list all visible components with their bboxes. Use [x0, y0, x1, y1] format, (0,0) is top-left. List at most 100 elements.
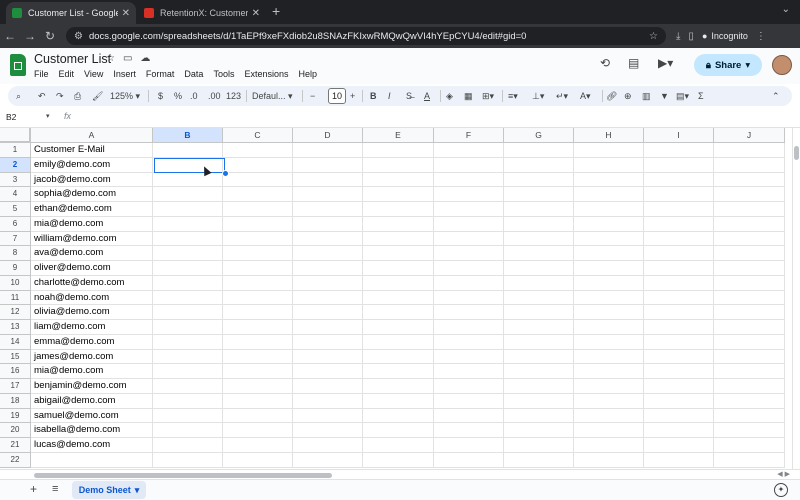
cell-f18[interactable] [434, 393, 504, 409]
cell-f8[interactable] [434, 246, 504, 261]
document-title[interactable]: Customer List [34, 52, 111, 66]
cell-h12[interactable] [574, 305, 644, 320]
cell-d21[interactable] [293, 438, 363, 453]
cell-d11[interactable] [293, 290, 363, 306]
cell-j19[interactable] [714, 408, 785, 424]
column-header-h[interactable]: H [574, 128, 644, 143]
fill-handle[interactable] [222, 170, 229, 177]
italic-button[interactable]: I [388, 89, 391, 103]
cell-g22[interactable] [504, 452, 574, 468]
cell-i20[interactable] [644, 423, 714, 438]
cell-f3[interactable] [434, 172, 504, 188]
cell-a11[interactable]: noah@demo.com [31, 290, 153, 306]
row-header[interactable]: 1 [0, 143, 31, 158]
cell-f20[interactable] [434, 423, 504, 438]
forward-arrow-icon[interactable]: → [20, 29, 40, 43]
cell-f16[interactable] [434, 364, 504, 379]
cell-j9[interactable] [714, 261, 785, 276]
cell-j6[interactable] [714, 216, 785, 232]
cell-a10[interactable]: charlotte@demo.com [31, 275, 153, 291]
explore-icon[interactable]: ✦ [774, 483, 788, 497]
cell-g3[interactable] [504, 172, 574, 188]
cell-i6[interactable] [644, 216, 714, 232]
cell-e7[interactable] [363, 231, 434, 247]
sheets-logo-icon[interactable] [10, 54, 26, 76]
row-header[interactable]: 6 [0, 216, 31, 232]
print-icon[interactable]: ⎙ [74, 89, 81, 103]
cell-j13[interactable] [714, 320, 785, 335]
column-header-b[interactable]: B [153, 128, 223, 143]
cell-e11[interactable] [363, 290, 434, 306]
cell-f11[interactable] [434, 290, 504, 306]
cell-e17[interactable] [363, 379, 434, 394]
cell-a22[interactable] [31, 452, 153, 468]
cell-c14[interactable] [223, 334, 293, 350]
text-color-button[interactable]: A [424, 89, 430, 103]
cell-i15[interactable] [644, 349, 714, 365]
text-rotation-icon[interactable]: A▾ [580, 89, 591, 103]
cell-a21[interactable]: lucas@demo.com [31, 438, 153, 453]
cell-g13[interactable] [504, 320, 574, 335]
cell-h4[interactable] [574, 187, 644, 202]
cell-i13[interactable] [644, 320, 714, 335]
insert-link-icon[interactable]: 🔗︎ [606, 89, 617, 103]
cell-j11[interactable] [714, 290, 785, 306]
vertical-scrollbar[interactable] [792, 128, 800, 469]
cell-c19[interactable] [223, 408, 293, 424]
column-header-e[interactable]: E [363, 128, 434, 143]
star-icon[interactable]: ☆ [106, 53, 115, 64]
cell-h6[interactable] [574, 216, 644, 232]
cell-c8[interactable] [223, 246, 293, 261]
cell-d1[interactable] [293, 143, 363, 158]
active-cell-selection[interactable] [154, 158, 225, 173]
cell-g14[interactable] [504, 334, 574, 350]
cell-a9[interactable]: oliver@demo.com [31, 261, 153, 276]
cell-g10[interactable] [504, 275, 574, 291]
cell-e10[interactable] [363, 275, 434, 291]
row-header[interactable]: 10 [0, 275, 31, 291]
cell-h15[interactable] [574, 349, 644, 365]
row-header[interactable]: 17 [0, 379, 31, 394]
cell-h11[interactable] [574, 290, 644, 306]
cell-a17[interactable]: benjamin@demo.com [31, 379, 153, 394]
row-header[interactable]: 16 [0, 364, 31, 379]
cell-d14[interactable] [293, 334, 363, 350]
cell-i4[interactable] [644, 187, 714, 202]
cell-j20[interactable] [714, 423, 785, 438]
cell-j12[interactable] [714, 305, 785, 320]
cell-c4[interactable] [223, 187, 293, 202]
browser-tab-retentionx[interactable]: RetentionX: Customer Retent ✕ [138, 2, 266, 24]
cell-b7[interactable] [153, 231, 223, 247]
cell-a4[interactable]: sophia@demo.com [31, 187, 153, 202]
cell-e6[interactable] [363, 216, 434, 232]
cell-a8[interactable]: ava@demo.com [31, 246, 153, 261]
add-sheet-button[interactable]: + [30, 482, 37, 496]
cell-b11[interactable] [153, 290, 223, 306]
cell-i9[interactable] [644, 261, 714, 276]
cell-c21[interactable] [223, 438, 293, 453]
horizontal-scrollbar[interactable]: ◀ ▶ [0, 469, 800, 479]
insert-chart-icon[interactable]: ▥ [642, 89, 651, 103]
cell-c6[interactable] [223, 216, 293, 232]
cell-j21[interactable] [714, 438, 785, 453]
cell-d22[interactable] [293, 452, 363, 468]
cell-i18[interactable] [644, 393, 714, 409]
cell-h20[interactable] [574, 423, 644, 438]
cell-g4[interactable] [504, 187, 574, 202]
vertical-scroll-thumb[interactable] [794, 146, 799, 160]
browser-menu-icon[interactable]: ⋮ [756, 31, 766, 42]
cell-i10[interactable] [644, 275, 714, 291]
cell-b5[interactable] [153, 202, 223, 217]
cell-j15[interactable] [714, 349, 785, 365]
fill-color-icon[interactable]: ◈ [446, 89, 453, 103]
cell-c18[interactable] [223, 393, 293, 409]
cell-d12[interactable] [293, 305, 363, 320]
cell-j5[interactable] [714, 202, 785, 217]
row-header[interactable]: 19 [0, 408, 31, 424]
undo-icon[interactable]: ↶ [38, 89, 46, 103]
cell-c3[interactable] [223, 172, 293, 188]
search-menus-icon[interactable]: ⌕ [16, 89, 21, 103]
cell-d17[interactable] [293, 379, 363, 394]
row-header[interactable]: 3 [0, 172, 31, 188]
cell-h14[interactable] [574, 334, 644, 350]
